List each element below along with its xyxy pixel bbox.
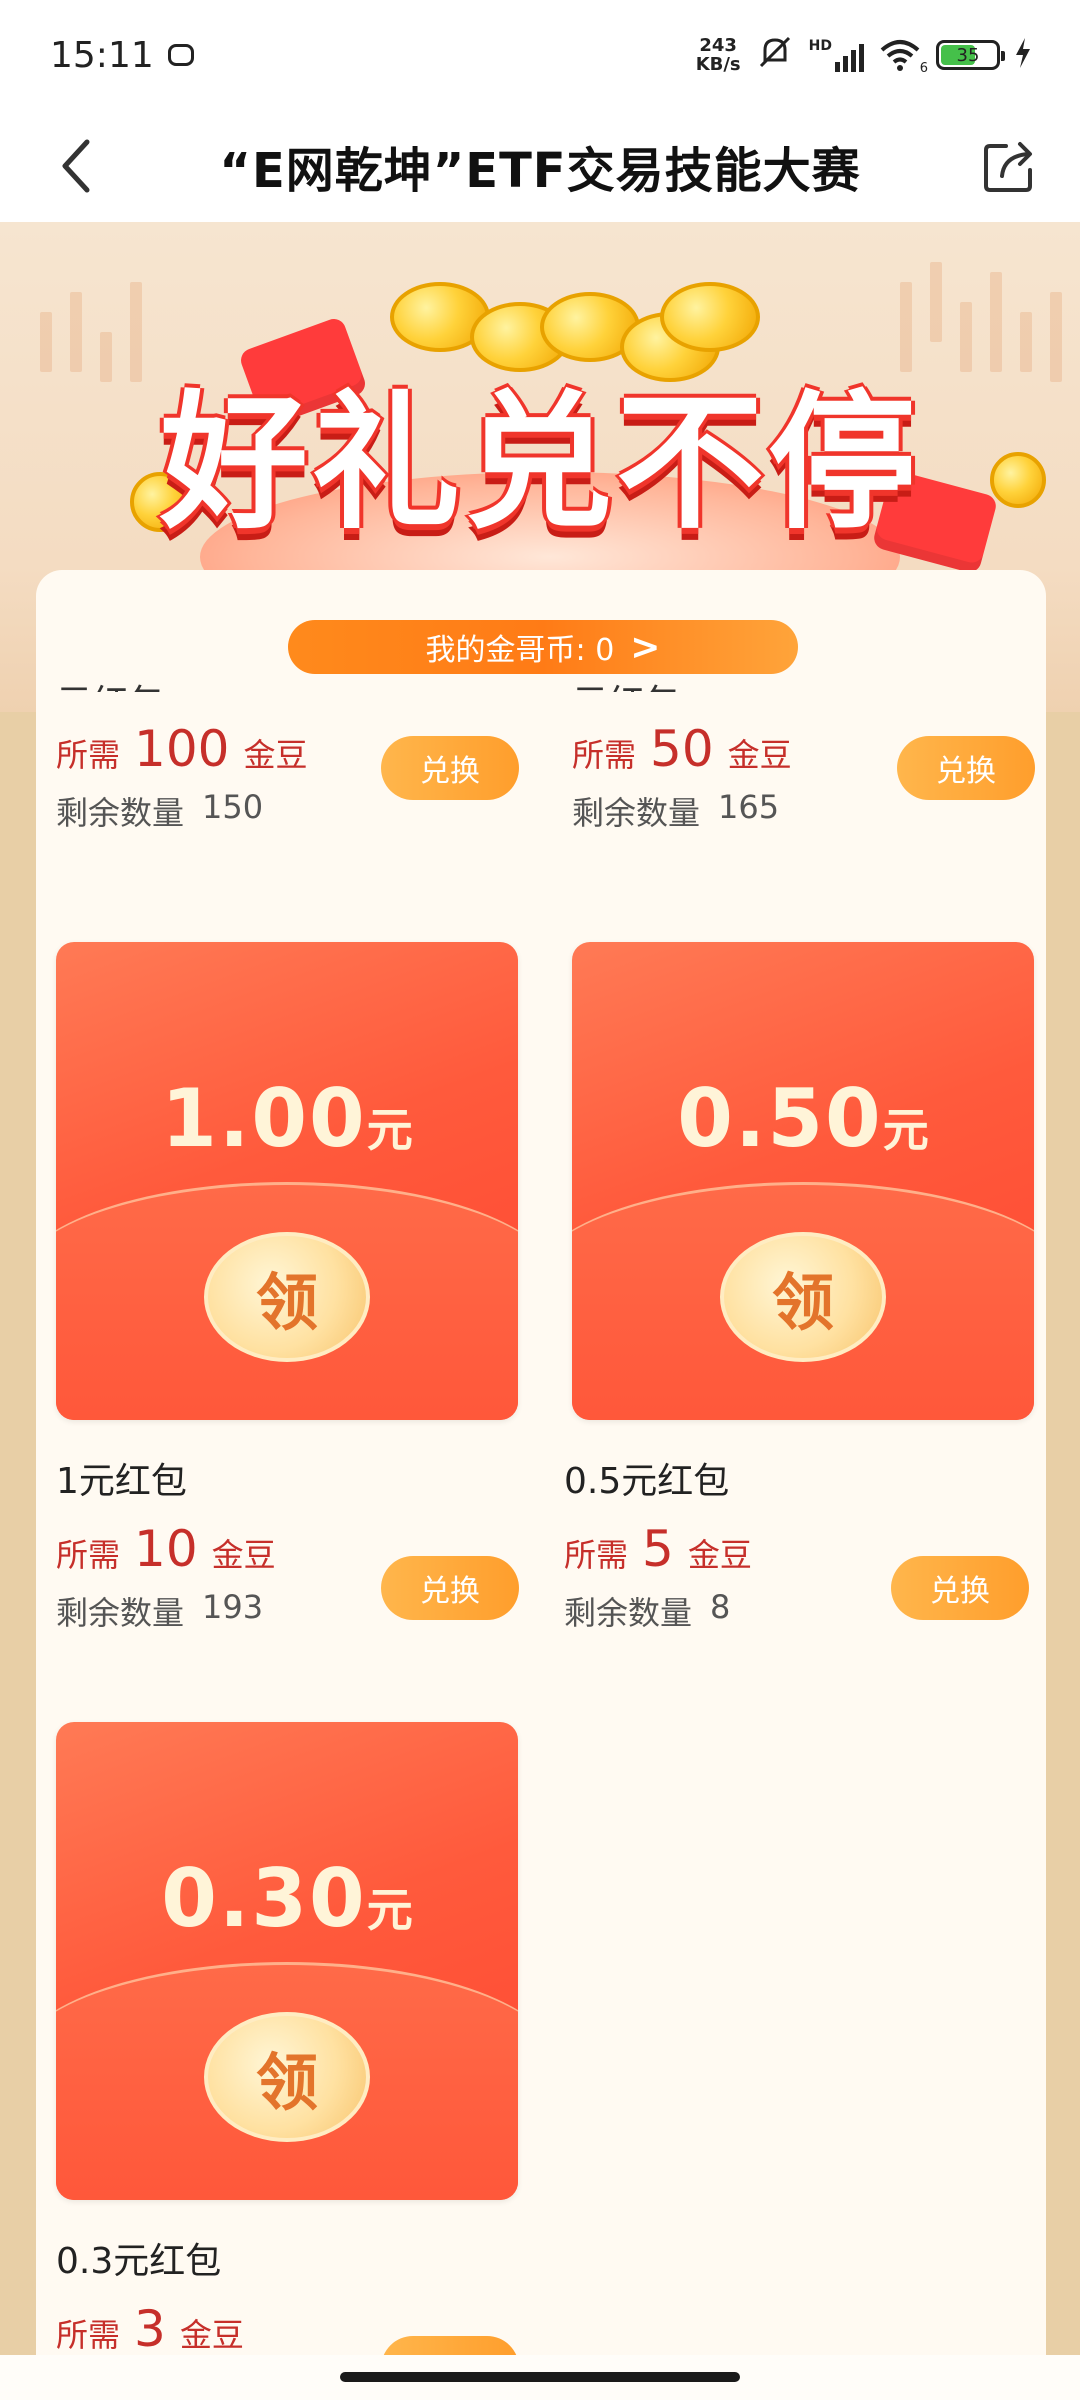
red-envelope-card[interactable]: 0.30元 领 (56, 1722, 518, 2200)
reward-item: 元红包 所需 100 金豆 剩余数量 150 兑换 (36, 683, 520, 910)
page-title: “E网乾坤”ETF交易技能大赛 (219, 143, 861, 199)
reward-remaining: 剩余数量 150 (56, 788, 264, 832)
reward-title: 0.3元红包 (56, 2241, 222, 2282)
status-left: 15:11 (50, 35, 194, 76)
claim-badge: 领 (204, 1232, 370, 1362)
reward-meta: 所需 50 金豆 剩余数量 165 (572, 720, 792, 834)
reward-item: 0.30元 领 (36, 1722, 520, 2202)
reward-meta: 所需 5 金豆 剩余数量 8 (564, 1520, 752, 1634)
reward-remaining: 剩余数量 8 (564, 1588, 731, 1632)
reward-title: 元红包 (56, 674, 164, 692)
my-coins-pill[interactable]: 我的金哥币: 0 > (288, 620, 798, 674)
reward-item: 元红包 所需 50 金豆 剩余数量 165 兑换 (552, 683, 1036, 910)
reward-meta: 所需 3 金豆 (56, 2300, 244, 2358)
network-speed: 243 KB/s (695, 35, 741, 75)
message-notification-icon (167, 44, 194, 66)
reward-title: 1元红包 (56, 1461, 187, 1502)
reward-price: 所需 5 金豆 (564, 1520, 752, 1578)
reward-meta: 所需 100 金豆 剩余数量 150 (56, 720, 307, 834)
back-button[interactable] (46, 136, 106, 196)
status-right: 243 KB/s HD 6 35 (696, 32, 1032, 79)
reward-item: 0.50元 领 (552, 942, 1036, 1422)
exchange-button[interactable]: 兑换 (891, 1556, 1029, 1620)
status-bar: 15:11 243 KB/s HD 6 35 (0, 0, 1080, 110)
reward-price: 所需 10 金豆 (56, 1520, 276, 1578)
reward-list-card: 我的金哥币: 0 > 元红包 所需 100 金豆 剩余数量 150 兑换 元红包… (36, 570, 1046, 2400)
reward-meta: 所需 10 金豆 剩余数量 193 (56, 1520, 276, 1634)
charging-icon (1014, 38, 1032, 72)
battery-icon: 35 (936, 40, 1005, 70)
reward-remaining: 剩余数量 193 (56, 1588, 264, 1632)
reward-price: 所需 100 金豆 (56, 720, 308, 778)
chevron-right-icon: > (630, 626, 661, 668)
banner-headline: 好礼兑不停 (160, 377, 920, 549)
exchange-button[interactable]: 兑换 (897, 736, 1035, 800)
reward-remaining: 剩余数量 165 (572, 788, 780, 832)
red-envelope-card[interactable]: 0.50元 领 (572, 942, 1034, 1420)
red-envelope-card[interactable]: 1.00元 领 (56, 942, 518, 1420)
mute-icon (755, 32, 795, 79)
navigation-bar: “E网乾坤”ETF交易技能大赛 (0, 110, 1080, 222)
chevron-left-icon (62, 139, 90, 193)
envelope-amount: 0.30元 (161, 1852, 413, 1945)
claim-badge: 领 (204, 2012, 370, 2142)
reward-title: 0.5元红包 (564, 1461, 730, 1502)
reward-item: 1.00元 领 (36, 942, 520, 1422)
share-button[interactable] (976, 132, 1044, 200)
home-indicator[interactable] (340, 2372, 740, 2382)
status-time: 15:11 (50, 34, 154, 76)
reward-price: 所需 50 金豆 (572, 720, 792, 778)
reward-title: 元红包 (572, 674, 680, 692)
envelope-amount: 0.50元 (677, 1072, 929, 1165)
exchange-button[interactable]: 兑换 (381, 1556, 519, 1620)
reward-price: 所需 3 金豆 (56, 2300, 244, 2358)
my-coins-label: 我的金哥币: 0 (425, 633, 615, 668)
claim-badge: 领 (720, 1232, 886, 1362)
wifi-icon: 6 (878, 38, 928, 76)
signal-icon: HD (809, 38, 864, 72)
exchange-button[interactable]: 兑换 (381, 736, 519, 800)
share-icon (984, 142, 1032, 192)
envelope-amount: 1.00元 (161, 1072, 413, 1165)
